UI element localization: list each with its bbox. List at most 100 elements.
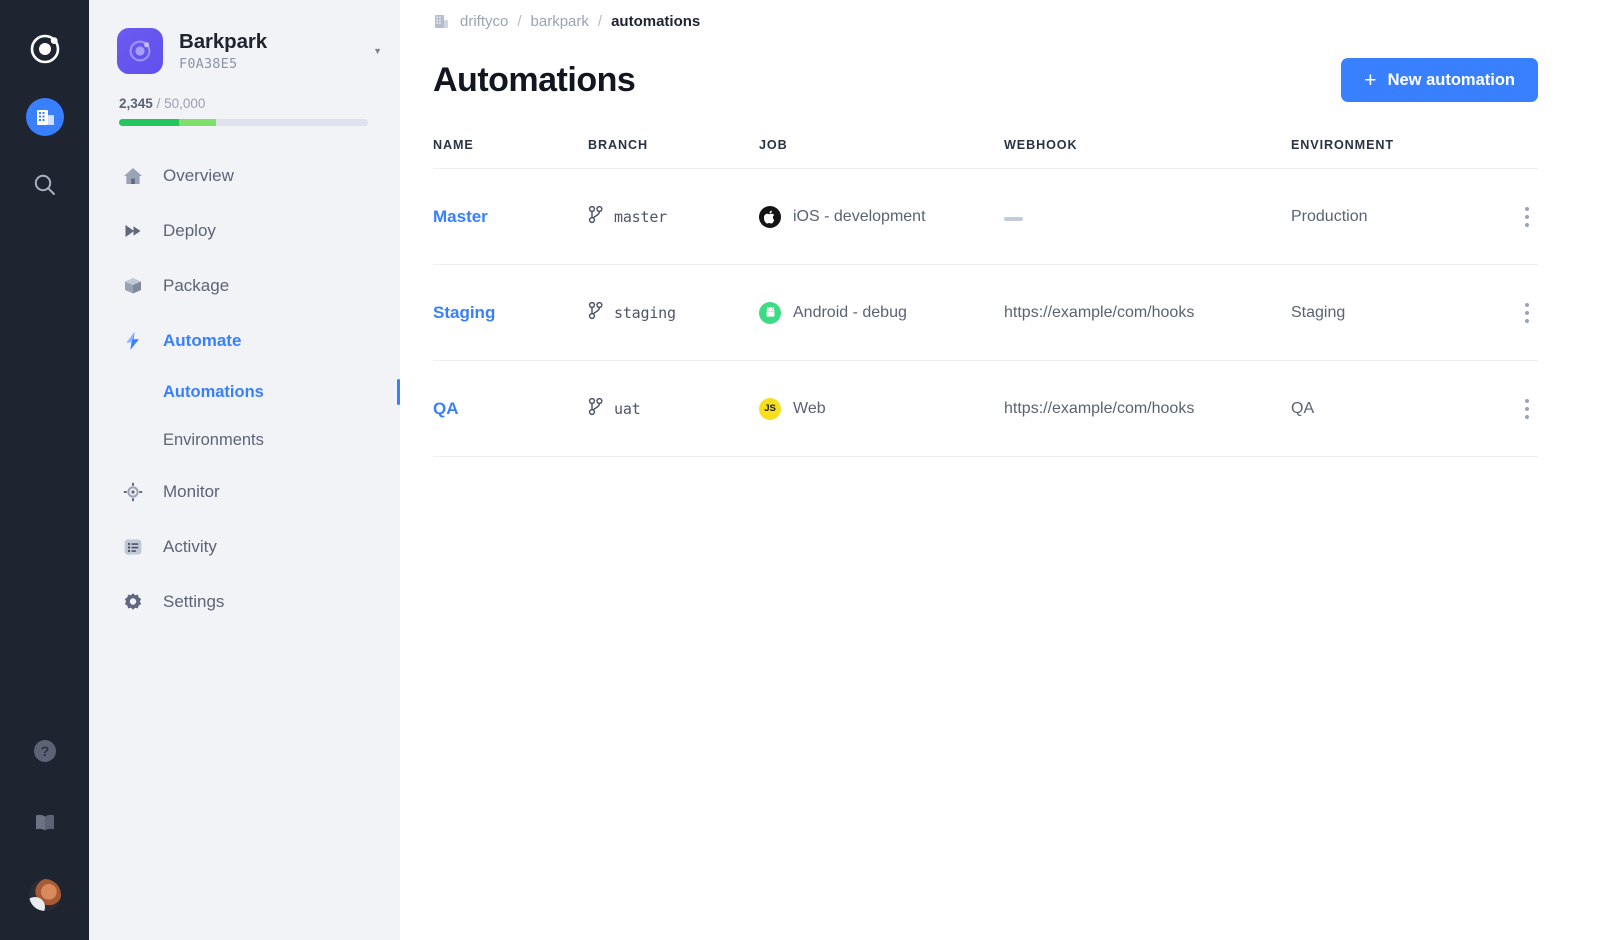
sidebar-item-settings[interactable]: Settings — [89, 574, 400, 629]
column-header-branch: BRANCH — [588, 138, 759, 169]
sidebar-item-automate[interactable]: Automate — [89, 313, 400, 368]
cell-environment: QA — [1291, 360, 1461, 457]
bolt-icon — [119, 330, 147, 352]
plus-icon: + — [1364, 68, 1377, 92]
column-header-webhook: WEBHOOK — [1004, 138, 1291, 169]
sidebar-item-label: Deploy — [163, 220, 216, 240]
job-name: Android - debug — [793, 303, 907, 321]
usage-label: 2,345 / 50,000 — [119, 96, 368, 111]
app-root: ? Barkpark F0A38E5 ▼ 2,345 / 50,000 Over… — [0, 0, 1600, 940]
sidebar-item-overview[interactable]: Overview — [89, 148, 400, 203]
page-title: Automations — [433, 60, 636, 99]
row-menu-icon[interactable] — [1516, 206, 1538, 227]
breadcrumb-item-current: automations — [611, 13, 701, 30]
ionic-logo-icon[interactable] — [22, 26, 68, 72]
job-name: iOS - development — [793, 207, 926, 225]
rail-top-group — [22, 0, 68, 230]
cell-environment: Production — [1291, 168, 1461, 265]
usage-total: 50,000 — [164, 96, 206, 111]
breadcrumb-item-org[interactable]: driftyco — [460, 13, 508, 30]
org-chip — [25, 98, 64, 136]
org-switcher-building-icon[interactable] — [22, 94, 68, 140]
js-icon: JS — [759, 397, 781, 420]
cell-webhook: https://example/com/hooks — [1004, 360, 1291, 457]
cell-actions — [1461, 360, 1538, 457]
table-row: Staging staging Android - debug https://… — [433, 264, 1538, 361]
cell-branch: uat — [588, 360, 759, 457]
project-sidebar: Barkpark F0A38E5 ▼ 2,345 / 50,000 Overvi… — [89, 0, 400, 940]
row-menu-icon[interactable] — [1516, 398, 1538, 419]
help-icon[interactable]: ? — [22, 728, 68, 774]
automation-name-link[interactable]: QA — [433, 399, 459, 418]
sidebar-item-environments[interactable]: Environments — [89, 416, 400, 464]
sidebar-item-label: Monitor — [163, 481, 220, 501]
table-head: NAME BRANCH JOB WEBHOOK ENVIRONMENT — [433, 138, 1538, 169]
usage-progress-segment-1 — [119, 119, 179, 126]
git-branch-icon — [588, 397, 603, 421]
usage-progress-segment-2 — [178, 119, 217, 126]
table-row: Master master iOS - development Producti… — [433, 168, 1538, 265]
page-header: Automations + New automation — [433, 58, 1538, 102]
list-icon — [119, 536, 147, 558]
branch-name: uat — [614, 399, 641, 418]
crosshair-icon — [119, 481, 147, 503]
sidebar-subitem-label: Automations — [163, 382, 264, 401]
sidebar-item-monitor[interactable]: Monitor — [89, 464, 400, 519]
chevron-down-icon[interactable]: ▼ — [373, 46, 382, 56]
webhook-empty-dash — [1004, 216, 1023, 221]
org-id: F0A38E5 — [179, 56, 238, 73]
sidebar-item-package[interactable]: Package — [89, 258, 400, 313]
gear-icon — [119, 591, 147, 613]
new-automation-label: New automation — [1387, 70, 1515, 89]
cell-job: JS Web — [759, 360, 1004, 457]
main-content: driftyco / barkpark / automations Automa… — [400, 0, 1600, 940]
sidebar-item-label: Automate — [163, 330, 242, 350]
breadcrumb-separator: / — [597, 13, 603, 30]
sidebar-item-deploy[interactable]: Deploy — [89, 203, 400, 258]
new-automation-button[interactable]: + New automation — [1341, 58, 1538, 102]
cell-job: Android - debug — [759, 264, 1004, 361]
table-header-row: NAME BRANCH JOB WEBHOOK ENVIRONMENT — [433, 138, 1538, 169]
breadcrumb-item-app[interactable]: barkpark — [531, 13, 589, 30]
sidebar-item-automations[interactable]: Automations — [89, 368, 400, 416]
breadcrumb-separator: / — [517, 13, 522, 30]
org-switcher[interactable]: Barkpark F0A38E5 ▼ — [89, 0, 400, 74]
usage-separator: / — [156, 96, 161, 111]
org-text: Barkpark F0A38E5 — [179, 30, 367, 73]
job-name: Web — [793, 399, 826, 417]
usage-meter: 2,345 / 50,000 — [89, 74, 400, 126]
play-icon — [119, 220, 147, 242]
sidebar-subitem-label: Environments — [163, 430, 264, 449]
automation-name-link[interactable]: Master — [433, 207, 488, 226]
avatar-image — [28, 879, 61, 911]
automation-name-link[interactable]: Staging — [433, 303, 495, 322]
cell-job: iOS - development — [759, 168, 1004, 265]
android-icon — [759, 301, 781, 324]
box-icon — [119, 275, 147, 297]
sidebar-item-activity[interactable]: Activity — [89, 519, 400, 574]
docs-book-icon[interactable] — [22, 800, 68, 846]
column-header-job: JOB — [759, 138, 1004, 169]
breadcrumb: driftyco / barkpark / automations — [433, 0, 1538, 30]
column-header-environment: ENVIRONMENT — [1291, 138, 1461, 169]
table-body: Master master iOS - development Producti… — [433, 168, 1538, 457]
org-name: Barkpark — [179, 29, 268, 53]
building-icon — [433, 13, 450, 30]
home-icon — [119, 165, 147, 187]
search-icon[interactable] — [22, 162, 68, 208]
branch-name: staging — [614, 303, 676, 322]
git-branch-icon — [588, 205, 603, 229]
branch-name: master — [614, 207, 667, 226]
cell-branch: master — [588, 168, 759, 265]
sidebar-item-label: Activity — [163, 536, 217, 556]
row-menu-icon[interactable] — [1516, 302, 1538, 323]
global-rail: ? — [0, 0, 89, 940]
sidebar-item-label: Package — [163, 275, 230, 295]
cell-name: Master — [433, 168, 588, 265]
cell-webhook — [1004, 168, 1291, 265]
apple-icon — [759, 205, 781, 228]
table-row: QA uat JS Web https://example/com/hooks … — [433, 360, 1538, 457]
user-avatar[interactable] — [22, 872, 68, 918]
usage-used: 2,345 — [119, 96, 153, 111]
column-header-name: NAME — [433, 138, 588, 169]
